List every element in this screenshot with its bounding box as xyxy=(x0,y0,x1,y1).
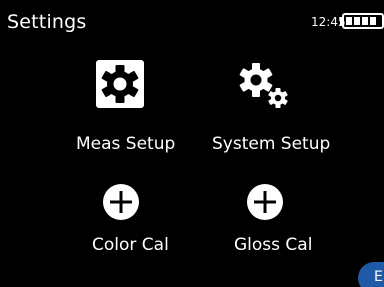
gloss-cal-button[interactable]: Gloss Cal xyxy=(230,183,340,263)
gear-icon xyxy=(96,60,144,108)
color-cal-label: Color Cal xyxy=(92,235,169,255)
gloss-cal-label: Gloss Cal xyxy=(234,235,313,255)
battery-full-icon xyxy=(340,13,384,29)
plus-circle-icon xyxy=(246,183,284,221)
gears-icon xyxy=(236,60,292,112)
system-setup-button[interactable]: System Setup xyxy=(210,60,350,160)
color-cal-button[interactable]: Color Cal xyxy=(90,183,200,263)
page-title: Settings xyxy=(7,11,87,33)
plus-circle-icon xyxy=(102,183,140,221)
language-badge-label: E xyxy=(374,269,383,285)
language-badge[interactable]: E xyxy=(358,262,384,287)
system-setup-label: System Setup xyxy=(212,134,331,154)
meas-setup-label: Meas Setup xyxy=(76,134,176,154)
meas-setup-button[interactable]: Meas Setup xyxy=(70,60,200,160)
settings-screen: Settings 12:45 Meas Setup System Setup C… xyxy=(0,0,384,287)
